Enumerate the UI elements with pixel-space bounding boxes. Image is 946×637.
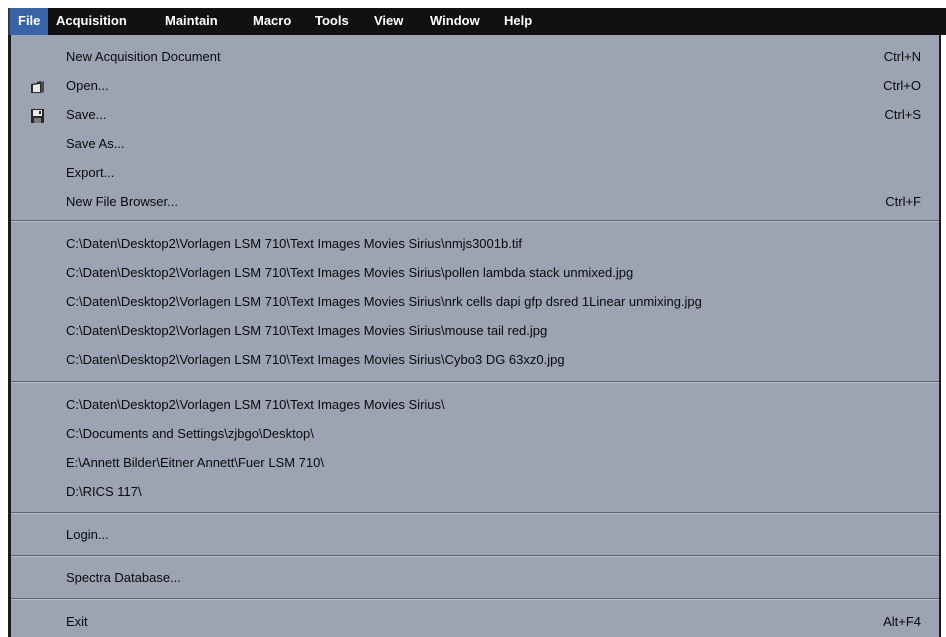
menu-acquisition[interactable]: Acquisition — [56, 8, 127, 35]
menu-item-shortcut: Ctrl+F — [885, 194, 921, 209]
menu-maintain[interactable]: Maintain — [165, 8, 218, 35]
menu-item-label: Login... — [66, 527, 109, 542]
menu-item-label: Save As... — [66, 136, 125, 151]
menu-item-recent-file[interactable]: C:\Daten\Desktop2\Vorlagen LSM 710\Text … — [11, 261, 939, 287]
menu-separator — [11, 512, 939, 514]
menu-item-label: C:\Documents and Settings\zjbgo\Desktop\ — [66, 426, 314, 441]
menu-item-spectra-database[interactable]: Spectra Database... — [11, 566, 939, 592]
menu-item-recent-folder[interactable]: E:\Annett Bilder\Eitner Annett\Fuer LSM … — [11, 451, 939, 477]
file-menu-dropdown: New Acquisition Document Ctrl+N Open... … — [8, 35, 941, 637]
menu-macro[interactable]: Macro — [253, 8, 291, 35]
menu-separator — [11, 598, 939, 600]
menu-item-label: Export... — [66, 165, 115, 180]
menu-item-exit[interactable]: Exit Alt+F4 — [11, 610, 939, 636]
menu-item-save-as[interactable]: Save As... — [11, 132, 939, 158]
menu-item-open[interactable]: Open... Ctrl+O — [11, 74, 939, 100]
menu-window[interactable]: Window — [430, 8, 480, 35]
menu-item-recent-folder[interactable]: C:\Documents and Settings\zjbgo\Desktop\ — [11, 422, 939, 448]
menu-item-recent-file[interactable]: C:\Daten\Desktop2\Vorlagen LSM 710\Text … — [11, 319, 939, 345]
menu-item-shortcut: Ctrl+S — [884, 107, 921, 122]
menu-item-label: C:\Daten\Desktop2\Vorlagen LSM 710\Text … — [66, 294, 702, 309]
menu-item-shortcut: Alt+F4 — [883, 614, 921, 629]
menu-item-recent-file[interactable]: C:\Daten\Desktop2\Vorlagen LSM 710\Text … — [11, 290, 939, 316]
menu-item-new-acquisition-document[interactable]: New Acquisition Document Ctrl+N — [11, 45, 939, 71]
menu-item-recent-file[interactable]: C:\Daten\Desktop2\Vorlagen LSM 710\Text … — [11, 348, 939, 374]
menu-item-shortcut: Ctrl+O — [883, 78, 921, 93]
application-window: File Acquisition Maintain Macro Tools Vi… — [0, 0, 946, 637]
menu-item-label: New File Browser... — [66, 194, 178, 209]
menu-item-label: Open... — [66, 78, 109, 93]
menu-item-export[interactable]: Export... — [11, 161, 939, 187]
menu-item-label: Save... — [66, 107, 107, 122]
menu-item-shortcut: Ctrl+N — [883, 49, 921, 64]
menu-item-label: C:\Daten\Desktop2\Vorlagen LSM 710\Text … — [66, 236, 522, 251]
menu-item-label: C:\Daten\Desktop2\Vorlagen LSM 710\Text … — [66, 397, 445, 412]
menu-separator — [11, 555, 939, 557]
menu-file[interactable]: File — [10, 8, 49, 35]
menu-view[interactable]: View — [374, 8, 403, 35]
menu-item-label: C:\Daten\Desktop2\Vorlagen LSM 710\Text … — [66, 352, 565, 367]
menu-bar: File Acquisition Maintain Macro Tools Vi… — [8, 8, 946, 35]
menu-separator — [11, 220, 939, 222]
menu-item-save[interactable]: Save... Ctrl+S — [11, 103, 939, 129]
floppy-disk-icon — [29, 107, 47, 125]
menu-help[interactable]: Help — [504, 8, 532, 35]
menu-tools[interactable]: Tools — [315, 8, 349, 35]
open-folder-icon — [29, 78, 47, 96]
menu-item-login[interactable]: Login... — [11, 523, 939, 549]
menu-item-label: Spectra Database... — [66, 570, 181, 585]
menu-item-label: D:\RICS 117\ — [66, 484, 142, 499]
menu-separator — [11, 381, 939, 383]
menu-item-label: E:\Annett Bilder\Eitner Annett\Fuer LSM … — [66, 455, 324, 470]
menu-item-new-file-browser[interactable]: New File Browser... Ctrl+F — [11, 190, 939, 216]
menu-item-label: C:\Daten\Desktop2\Vorlagen LSM 710\Text … — [66, 323, 548, 338]
menu-item-label: New Acquisition Document — [66, 49, 221, 64]
menu-item-recent-folder[interactable]: D:\RICS 117\ — [11, 480, 939, 506]
menu-item-label: C:\Daten\Desktop2\Vorlagen LSM 710\Text … — [66, 265, 634, 280]
menu-item-label: Exit — [66, 614, 88, 629]
menu-item-recent-folder[interactable]: C:\Daten\Desktop2\Vorlagen LSM 710\Text … — [11, 393, 939, 419]
menu-item-recent-file[interactable]: C:\Daten\Desktop2\Vorlagen LSM 710\Text … — [11, 232, 939, 258]
